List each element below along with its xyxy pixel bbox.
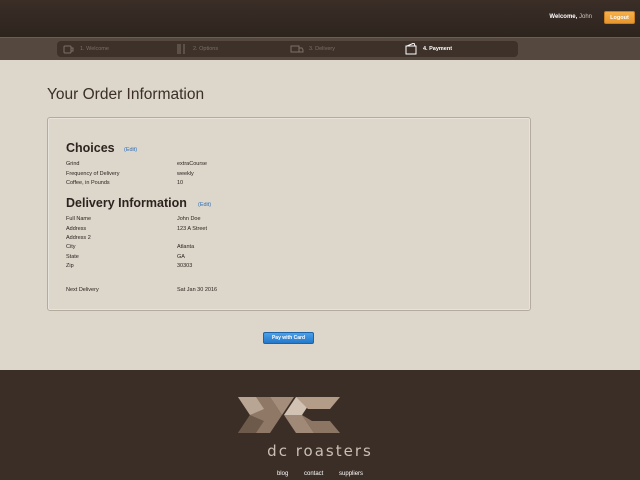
step-options[interactable]: 2. Options [176, 41, 218, 57]
footer-link-contact[interactable]: contact [304, 471, 323, 477]
footer: dc roasters blog contact suppliers [0, 370, 640, 480]
choices-heading: Choices [66, 141, 115, 155]
next-delivery-label: Next Delivery [66, 287, 99, 293]
delivery-heading: Delivery Information [66, 196, 187, 210]
logout-button[interactable]: Logout [604, 11, 635, 24]
step-label: 3. Delivery [309, 46, 335, 52]
step-label: 2. Options [193, 46, 219, 52]
choice-label: Grind [66, 161, 80, 167]
edit-delivery-link[interactable]: (Edit) [198, 202, 211, 208]
delivery-value: Atlanta [177, 244, 195, 250]
choice-label: Coffee, in Pounds [66, 180, 110, 186]
steps-track: 1. Welcome 2. Options 3. Delivery 4. Pay… [57, 41, 518, 57]
utensils-icon [177, 44, 185, 54]
edit-choices-link[interactable]: (Edit) [124, 147, 137, 153]
step-label: 4. Payment [423, 46, 453, 52]
choice-value: extraCourse [177, 161, 207, 167]
footer-links: blog contact suppliers [0, 471, 640, 477]
step-welcome[interactable]: 1. Welcome [63, 41, 109, 57]
delivery-label: Address 2 [66, 235, 91, 241]
footer-link-suppliers[interactable]: suppliers [339, 471, 363, 477]
pay-with-card-button[interactable]: Pay with Card [263, 332, 314, 344]
wallet-icon [405, 43, 417, 55]
delivery-value: 30303 [177, 263, 193, 269]
delivery-value: John Doe [177, 216, 201, 222]
choice-label: Frequency of Delivery [66, 171, 120, 177]
delivery-value: 123 A Street [177, 226, 207, 232]
truck-icon [290, 45, 304, 53]
dc-roasters-logo [238, 397, 340, 433]
step-payment[interactable]: 4. Payment [405, 41, 452, 57]
step-label: 1. Welcome [80, 46, 109, 52]
delivery-label: Address [66, 226, 87, 232]
next-delivery-value: Sat Jan 30 2016 [177, 287, 218, 293]
delivery-value: GA [177, 254, 185, 260]
coffee-cup-icon [63, 45, 74, 54]
brand-name: dc roasters [267, 442, 373, 460]
welcome-prefix: Welcome, [549, 14, 578, 20]
top-header: Welcome, John Logout [0, 0, 640, 37]
choice-value: 10 [177, 180, 184, 186]
welcome-message: Welcome, John [549, 14, 592, 20]
delivery-label: State [66, 254, 79, 260]
order-summary-card [47, 117, 531, 311]
delivery-label: Full Name [66, 216, 92, 222]
step-delivery[interactable]: 3. Delivery [290, 41, 335, 57]
progress-steps-bar: 1. Welcome 2. Options 3. Delivery 4. Pay… [0, 37, 640, 60]
footer-link-blog[interactable]: blog [277, 471, 288, 477]
username: John [578, 14, 592, 20]
delivery-label: City [66, 244, 76, 250]
page-title: Your Order Information [47, 86, 205, 103]
choice-value: weekly [177, 171, 194, 177]
delivery-label: Zip [66, 263, 74, 269]
